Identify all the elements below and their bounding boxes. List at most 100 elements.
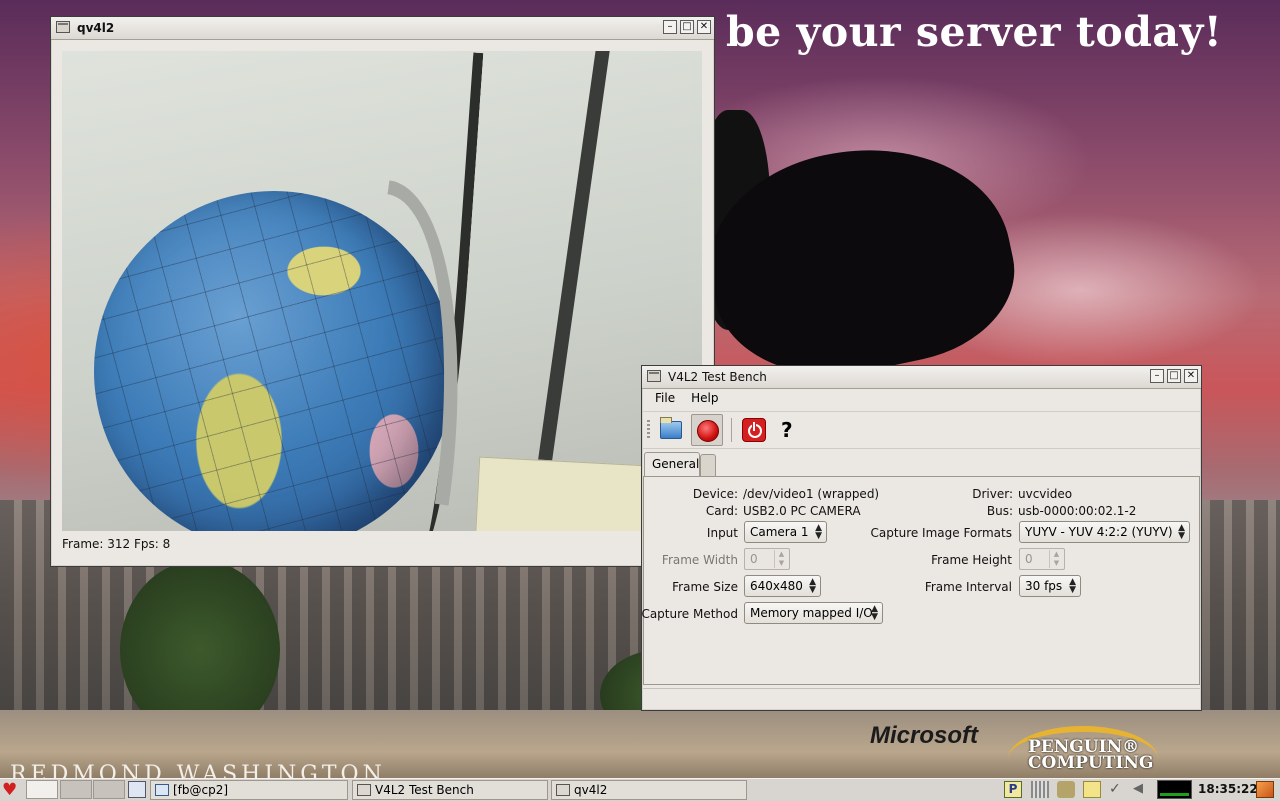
start-capture-button[interactable]: [691, 414, 723, 446]
window-icon: [556, 784, 570, 796]
menu-help[interactable]: Help: [683, 388, 726, 410]
card-label: Card:: [705, 504, 738, 518]
wallpaper-location-text: REDMOND WASHINGTON: [10, 762, 386, 778]
volume-icon[interactable]: ◀: [1133, 781, 1151, 798]
tab-general[interactable]: General: [644, 452, 700, 476]
network-icon[interactable]: [1057, 781, 1075, 798]
qv4l2-window: qv4l2 – □ ✕ Frame: 312 Fps: 8: [50, 16, 715, 567]
plug-icon[interactable]: ✓: [1109, 781, 1127, 798]
frame-height-value: 0: [1025, 552, 1033, 566]
whats-this-button[interactable]: ?: [775, 414, 807, 446]
bus-value: usb-0000:00:02.1-2: [1018, 504, 1137, 518]
updown-arrow-icon: ▲ ▼: [809, 577, 816, 595]
window-icon[interactable]: [56, 21, 70, 33]
updown-arrow-icon: ▲ ▼: [815, 523, 822, 541]
logout-icon[interactable]: [1256, 781, 1274, 798]
frame-width-spinbox[interactable]: 0 ▲ ▼: [744, 548, 790, 570]
taskbar-task-label: [fb@cp2]: [173, 783, 229, 797]
capture-method-label: Capture Method: [641, 607, 738, 621]
show-desktop-icon[interactable]: [128, 781, 146, 798]
status-bar: [643, 688, 1200, 709]
spin-arrows-icon[interactable]: ▲ ▼: [1049, 550, 1063, 568]
frame-size-select[interactable]: 640x480 ▲ ▼: [744, 575, 821, 597]
keyboard-icon[interactable]: [1031, 781, 1049, 798]
menu-bar: File Help: [643, 388, 1200, 410]
desktop-pager-2[interactable]: [60, 780, 92, 799]
maximize-button[interactable]: □: [680, 20, 694, 34]
v4l2-test-bench-window: V4L2 Test Bench – □ ✕ File Help ? Genera…: [641, 365, 1202, 711]
frame-width-label: Frame Width: [661, 553, 738, 567]
capture-formats-select[interactable]: YUYV - YUV 4:2:2 (YUYV) ▲ ▼: [1019, 521, 1190, 543]
open-device-button[interactable]: [655, 414, 687, 446]
input-label: Input: [706, 526, 738, 540]
spin-arrows-icon[interactable]: ▲ ▼: [774, 550, 788, 568]
toolbar-separator: [731, 418, 732, 442]
capture-formats-select-value: YUYV - YUV 4:2:2 (YUYV): [1025, 525, 1173, 539]
start-menu-heart-icon[interactable]: ♥: [2, 781, 22, 799]
notes-icon[interactable]: [1083, 781, 1101, 798]
capture-method-select[interactable]: Memory mapped I/O ▲ ▼: [744, 602, 883, 624]
frame-size-select-value: 640x480: [750, 579, 803, 593]
video-capture-view: [62, 51, 702, 531]
frame-height-spinbox[interactable]: 0 ▲ ▼: [1019, 548, 1065, 570]
menu-file[interactable]: File: [647, 388, 683, 410]
toolbar-grip[interactable]: [647, 420, 650, 440]
terminal-icon: [155, 784, 169, 796]
taskbar-task-label: V4L2 Test Bench: [375, 783, 474, 797]
close-device-button[interactable]: [738, 414, 770, 446]
qv4l2-titlebar[interactable]: qv4l2 – □ ✕: [51, 17, 714, 40]
driver-value: uvcvideo: [1018, 487, 1073, 501]
tab-bar: General: [643, 452, 1200, 476]
frame-interval-select-value: 30 fps: [1025, 579, 1063, 593]
window-title: qv4l2: [77, 21, 115, 35]
frame-size-label: Frame Size: [672, 580, 738, 594]
maximize-button[interactable]: □: [1167, 369, 1181, 383]
window-icon[interactable]: [647, 370, 661, 382]
close-button[interactable]: ✕: [697, 20, 711, 34]
bus-label: Bus:: [986, 504, 1013, 518]
updown-arrow-icon: ▲ ▼: [871, 604, 878, 622]
capture-formats-label: Capture Image Formats: [870, 526, 1012, 540]
wallpaper-slogan: be your server today!: [726, 8, 1223, 56]
cpu-monitor-icon[interactable]: [1157, 780, 1192, 799]
frame-interval-label: Frame Interval: [924, 580, 1012, 594]
taskbar-task-terminal[interactable]: [fb@cp2]: [150, 780, 348, 800]
taskbar-task-test-bench[interactable]: V4L2 Test Bench: [352, 780, 548, 800]
tab-extra[interactable]: [700, 454, 716, 476]
card-value: USB2.0 PC CAMERA: [743, 504, 861, 518]
taskbar: ♥ [fb@cp2] V4L2 Test Bench qv4l2 P ✓ ◀ 1…: [0, 778, 1280, 801]
desktop-pager-3[interactable]: [93, 780, 125, 799]
frame-height-label: Frame Height: [931, 553, 1012, 567]
whats-this-icon: ?: [781, 418, 793, 442]
close-button[interactable]: ✕: [1184, 369, 1198, 383]
window-title: V4L2 Test Bench: [668, 370, 767, 384]
video-paper-card: [474, 456, 652, 531]
driver-label: Driver:: [972, 487, 1013, 501]
record-icon: [697, 420, 719, 442]
minimize-button[interactable]: –: [1150, 369, 1164, 383]
folder-open-icon: [660, 417, 682, 439]
device-label: Device:: [692, 487, 738, 501]
frame-width-value: 0: [750, 552, 758, 566]
toolbar: ?: [643, 411, 1200, 449]
wallpaper-penguin-computing-logo: PENGUIN® COMPUTING: [1028, 737, 1154, 773]
input-select-value: Camera 1: [750, 525, 809, 539]
taskbar-task-qv4l2[interactable]: qv4l2: [551, 780, 747, 800]
window-icon: [357, 784, 371, 796]
test-bench-titlebar[interactable]: V4L2 Test Bench – □ ✕: [642, 366, 1201, 389]
frame-interval-select[interactable]: 30 fps ▲ ▼: [1019, 575, 1081, 597]
tray-p-icon[interactable]: P: [1004, 781, 1022, 798]
wallpaper-microsoft-sign: Microsoft: [870, 722, 978, 749]
clock[interactable]: 18:35:22: [1198, 782, 1258, 796]
capture-method-select-value: Memory mapped I/O: [750, 606, 873, 620]
general-pane: Device: /dev/video1 (wrapped) Driver: uv…: [641, 476, 1200, 685]
input-select[interactable]: Camera 1 ▲ ▼: [744, 521, 827, 543]
updown-arrow-icon: ▲ ▼: [1069, 577, 1076, 595]
minimize-button[interactable]: –: [663, 20, 677, 34]
frame-status: Frame: 312 Fps: 8: [62, 537, 171, 551]
taskbar-task-label: qv4l2: [574, 783, 608, 797]
updown-arrow-icon: ▲ ▼: [1178, 523, 1185, 541]
power-icon: [742, 418, 766, 442]
desktop-pager-1[interactable]: [26, 780, 58, 799]
device-value: /dev/video1 (wrapped): [743, 487, 880, 501]
